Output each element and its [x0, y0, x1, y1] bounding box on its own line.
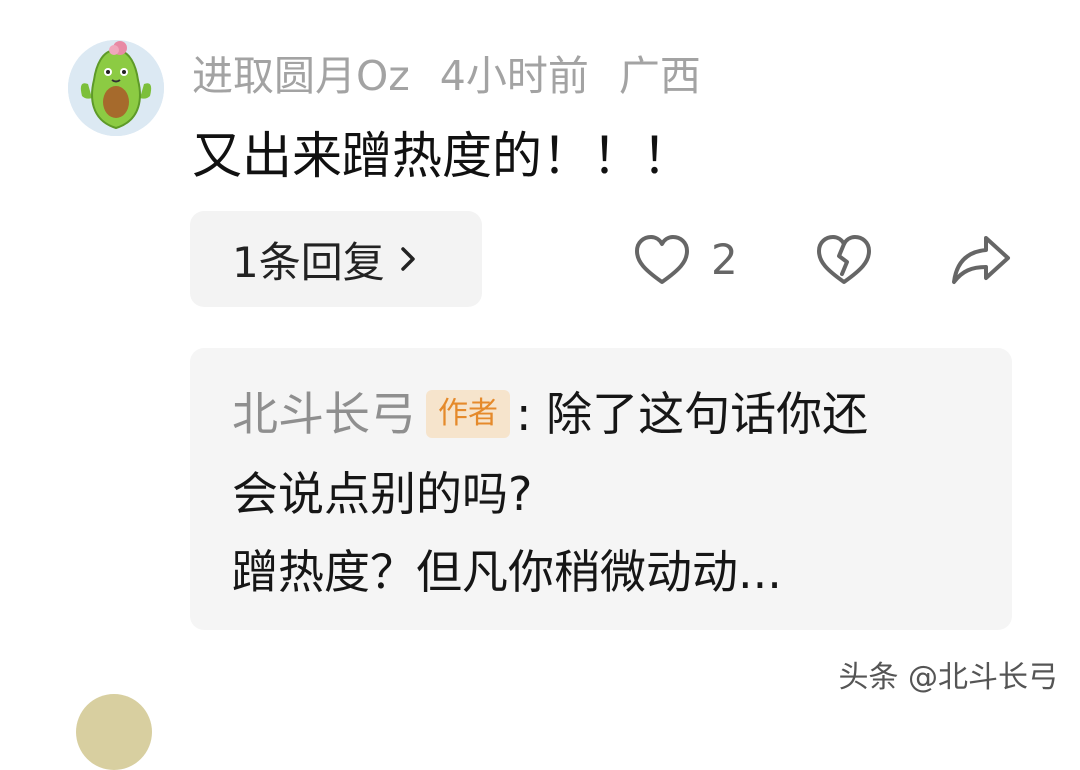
reply-preview[interactable]: 北斗长弓 作者 : 除了这句话你还 会说点别的吗? 蹭热度？但凡你稍微动动...: [190, 348, 1012, 630]
share-arrow-icon[interactable]: [950, 230, 1012, 288]
comment-text: 又出来蹭热度的！！！: [192, 127, 692, 185]
commenter-avatar[interactable]: [68, 40, 164, 136]
view-replies-label: 1条回复: [232, 237, 385, 287]
heart-outline-icon[interactable]: [633, 232, 691, 288]
reply-author[interactable]: 北斗长弓: [232, 384, 416, 444]
next-commenter-avatar[interactable]: [76, 694, 152, 770]
comment-username[interactable]: 进取圆月Oz: [192, 42, 410, 102]
author-badge: 作者: [426, 390, 510, 438]
reply-text-line1: : 除了这句话你还: [516, 387, 869, 441]
view-replies-button[interactable]: 1条回复: [190, 211, 482, 307]
comment-meta: 进取圆月Oz 4小时前 广西: [192, 44, 731, 100]
like-count: 2: [711, 235, 738, 284]
comment-time: 4小时前: [439, 52, 589, 100]
reply-text-line2: 会说点别的吗?: [232, 467, 533, 521]
watermark: 头条 @北斗长弓: [838, 660, 1058, 695]
reply-text-line3: 蹭热度？但凡你稍微动动...: [232, 545, 782, 599]
broken-heart-icon[interactable]: [815, 232, 873, 288]
comment-location: 广西: [618, 52, 701, 100]
avocado-avatar-icon: [68, 40, 164, 136]
chevron-right-icon: [400, 247, 415, 271]
reply-first-line: 北斗长弓 作者 : 除了这句话你还: [232, 384, 868, 444]
